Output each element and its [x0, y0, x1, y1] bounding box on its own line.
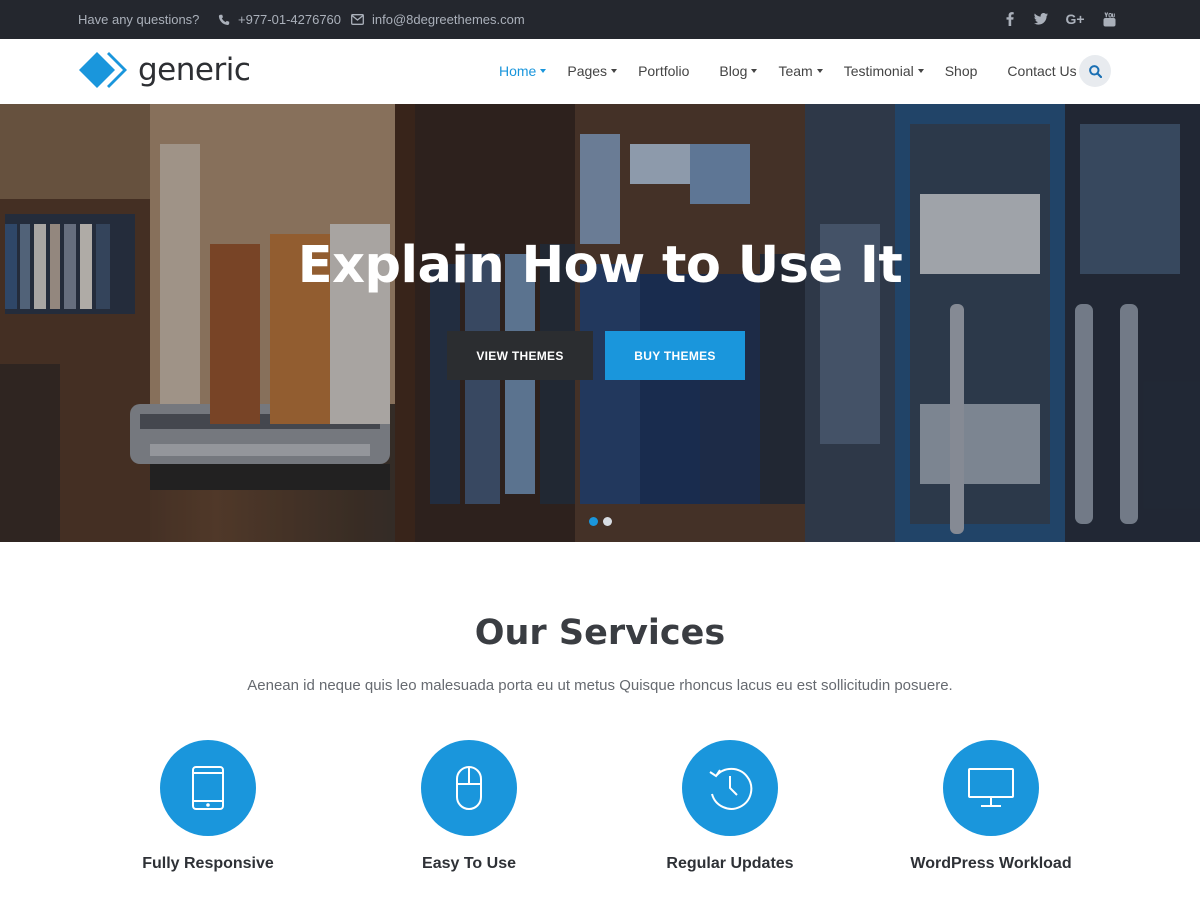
hero-slider: Explain How to Use It VIEW THEMES BUY TH… [0, 104, 1200, 542]
social-links: G+ [1003, 10, 1116, 28]
service-icon-circle [682, 740, 778, 836]
nav-item-blog[interactable]: Blog [719, 63, 758, 79]
logo-mark-icon [79, 52, 127, 88]
logo-text: generic [138, 52, 251, 88]
services-title: Our Services [474, 613, 726, 653]
caret-down-icon [816, 69, 823, 73]
service-title: Fully Responsive [142, 855, 274, 872]
envelope-icon [351, 14, 364, 25]
google-plus-icon[interactable]: G+ [1065, 10, 1085, 28]
nav-item-team[interactable]: Team [778, 63, 823, 79]
phone-icon [218, 14, 230, 25]
nav-item-testimonial[interactable]: Testimonial [844, 63, 924, 79]
nav-label: Contact Us [1007, 63, 1077, 79]
service-card: Regular Updates [600, 740, 860, 873]
service-icon-circle [421, 740, 517, 836]
service-title: Easy To Use [422, 855, 516, 872]
facebook-icon[interactable] [1003, 10, 1017, 28]
caret-down-icon [917, 69, 924, 73]
buy-themes-button[interactable]: BUY THEMES [605, 331, 745, 380]
desktop-icon [968, 768, 1014, 807]
nav-label: Testimonial [843, 63, 914, 79]
services-subtitle: Aenean id neque quis leo malesuada porta… [247, 677, 953, 694]
nav-item-home[interactable]: Home [499, 63, 547, 79]
site-logo[interactable]: generic [78, 49, 251, 91]
slider-dots [589, 517, 612, 526]
nav-label: Portfolio [638, 63, 690, 79]
phone-contact[interactable]: +977-01-4276760 [218, 12, 341, 27]
mouse-icon [456, 766, 482, 810]
nav-item-shop[interactable]: Shop [945, 63, 978, 79]
youtube-icon[interactable] [1102, 10, 1116, 28]
nav-label: Home [499, 63, 537, 79]
view-themes-button[interactable]: VIEW THEMES [447, 331, 593, 380]
hero-overlay [0, 104, 1200, 542]
email-address: info@8degreethemes.com [372, 12, 525, 27]
nav-item-pages[interactable]: Pages [567, 63, 618, 79]
nav-item-portfolio[interactable]: Portfolio [638, 63, 689, 79]
phone-number: +977-01-4276760 [238, 12, 342, 27]
nav-label: Team [778, 63, 813, 79]
nav-label: Blog [719, 63, 748, 79]
site-header: generic Home Pages Portfolio Blog Team T… [0, 39, 1200, 104]
top-bar: Have any questions? +977-01-4276760 info… [0, 0, 1200, 39]
nav-item-contact[interactable]: Contact Us [1007, 63, 1076, 79]
caret-down-icon [611, 69, 618, 73]
main-nav: Home Pages Portfolio Blog Team Testimoni… [499, 63, 1098, 79]
nav-label: Shop [944, 63, 978, 79]
service-title: WordPress Workload [910, 855, 1072, 872]
twitter-icon[interactable] [1034, 10, 1048, 28]
search-icon [1088, 64, 1102, 78]
caret-down-icon [540, 69, 547, 73]
service-icon-circle [943, 740, 1039, 836]
slider-dot[interactable] [589, 517, 598, 526]
email-contact[interactable]: info@8degreethemes.com [351, 12, 525, 27]
caret-down-icon [751, 69, 758, 73]
service-card: Easy To Use [339, 740, 599, 873]
clock-history-icon [709, 767, 753, 810]
service-card: Fully Responsive [78, 740, 338, 873]
tablet-icon [192, 766, 224, 810]
service-icon-circle [160, 740, 256, 836]
slider-dot[interactable] [603, 517, 612, 526]
search-button[interactable] [1079, 55, 1111, 87]
nav-label: Pages [567, 63, 608, 79]
service-card: WordPress Workload [861, 740, 1121, 873]
questions-text: Have any questions? [78, 12, 200, 27]
hero-title: Explain How to Use It [297, 236, 903, 295]
service-title: Regular Updates [666, 855, 794, 872]
